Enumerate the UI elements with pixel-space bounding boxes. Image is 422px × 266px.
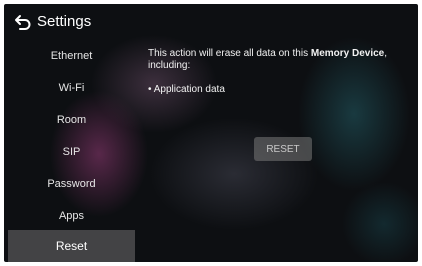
sidebar-item-reset[interactable]: Reset [8,230,135,262]
sidebar-item-wifi[interactable]: Wi-Fi [8,72,135,104]
reset-warning-message: This action will erase all data on this … [148,48,410,72]
sidebar-item-sip[interactable]: SIP [8,136,135,168]
sidebar-item-apps[interactable]: Apps [8,200,135,232]
reset-button[interactable]: RESET [254,137,312,161]
sidebar-item-label: Reset [55,239,88,253]
back-arrow-icon[interactable] [14,13,32,31]
page-title: Settings [37,13,92,30]
sidebar-item-label: Ethernet [50,50,93,62]
sidebar-item-label: Apps [58,210,85,222]
sidebar-item-label: Wi-Fi [58,82,85,94]
sidebar-item-room[interactable]: Room [8,104,135,136]
message-prefix: This action will erase all data on this [148,48,311,59]
sidebar-item-ethernet[interactable]: Ethernet [8,40,135,72]
erase-item-application-data: • Application data [148,84,225,95]
message-device-name: Memory Device [310,48,385,59]
settings-screen: Settings Ethernet Wi-Fi Room SIP Passwor… [4,4,418,262]
header: Settings [4,4,418,40]
sidebar-item-label: Room [56,114,87,126]
sidebar-item-label: Password [47,178,96,190]
sidebar-item-label: SIP [62,146,81,158]
sidebar-item-password[interactable]: Password [8,168,135,200]
sidebar: Ethernet Wi-Fi Room SIP Password Apps Re… [8,40,135,262]
